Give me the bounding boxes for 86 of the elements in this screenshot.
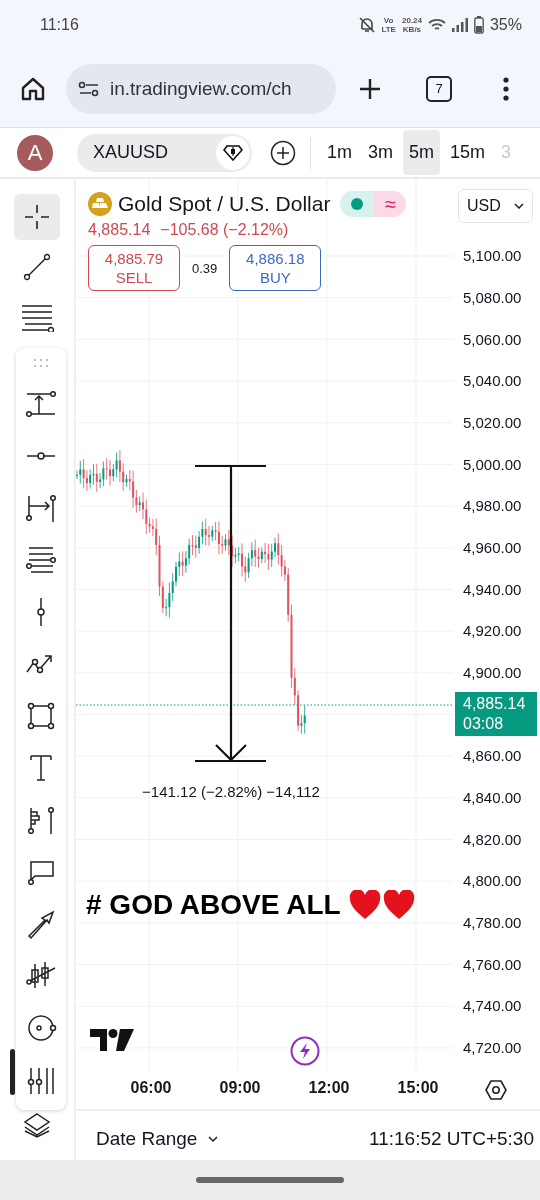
arrow-marker-icon[interactable] [25, 388, 57, 420]
price-label: 4,780.00 [462, 914, 522, 932]
heart-icon [382, 890, 415, 920]
chevron-down-icon [207, 1134, 220, 1143]
market-open-indicator [340, 191, 375, 217]
timeframe-tab[interactable]: 5m [403, 130, 441, 175]
trend-line-icon [22, 252, 52, 282]
scroll-indicator [10, 1049, 15, 1095]
battery-icon [473, 16, 484, 34]
volte-label: Vo [383, 16, 394, 25]
site-settings-icon[interactable] [78, 80, 100, 97]
price-label: 5,000.00 [462, 455, 522, 473]
time-label: 09:00 [219, 1079, 261, 1097]
timeframe-tab[interactable]: 3m [362, 130, 400, 175]
settings-icon[interactable] [485, 1079, 507, 1101]
forecast-icon[interactable] [25, 804, 57, 836]
address-bar[interactable]: in.tradingview.com/ch [66, 63, 336, 114]
arrow-tool-icon[interactable] [25, 908, 57, 940]
menu-icon[interactable] [502, 75, 510, 102]
price-label: 5,020.00 [462, 414, 522, 431]
current-price: 4,885.14 [463, 694, 527, 715]
lightning-icon[interactable] [290, 1036, 320, 1066]
timeframe-tab[interactable]: 15m [444, 130, 492, 175]
symbol-title: Gold Spot / U.S. Dollar [118, 192, 331, 216]
parallel-lines-icon[interactable] [25, 544, 57, 576]
price-label: 4,760.00 [462, 955, 522, 973]
buy-button[interactable]: 4,886.18 BUY [229, 245, 322, 291]
last-price: 4,885.14 [88, 221, 151, 239]
price-label: 4,860.00 [462, 747, 522, 765]
price-label: 4,820.00 [462, 830, 522, 848]
price-label: 4,980.00 [462, 497, 522, 515]
price-label: 4,840.00 [462, 789, 522, 807]
time-label: 12:00 [308, 1079, 350, 1097]
mute-icon [359, 16, 376, 34]
crosshair-icon [22, 202, 52, 232]
status-time: 11:16 [40, 16, 79, 34]
tradingview-logo [90, 1029, 134, 1051]
chart-clock[interactable]: 11:16:52 UTC+5:30 [369, 1127, 534, 1150]
avatar[interactable]: A [17, 134, 53, 171]
bar-countdown: 03:08 [463, 714, 505, 735]
price-label: 5,080.00 [462, 289, 522, 306]
time-label: 15:00 [397, 1079, 439, 1097]
delayed-data-indicator: ≈ [374, 191, 407, 217]
price-label: 4,920.00 [462, 622, 522, 640]
currency-dropdown[interactable]: USD [458, 189, 533, 223]
date-range-icon[interactable] [25, 492, 57, 524]
bullion-icon [88, 192, 112, 216]
network-speed: 20.24 [401, 16, 422, 25]
spread-value: 0.39 [192, 260, 218, 276]
price-label: 5,060.00 [462, 330, 522, 348]
home-icon[interactable] [20, 75, 46, 102]
chevron-down-icon [514, 203, 524, 209]
price-label: 5,100.00 [462, 247, 522, 265]
wifi-icon [427, 18, 446, 32]
price-label: 4,900.00 [462, 664, 522, 682]
battery-level: 35% [489, 16, 522, 34]
layers-icon[interactable] [23, 1112, 51, 1138]
price-label: 4,800.00 [462, 872, 522, 890]
price-label: 4,740.00 [462, 997, 522, 1015]
new-tab-icon[interactable] [358, 76, 382, 101]
time-label: 06:00 [130, 1079, 172, 1097]
rectangle-icon[interactable] [25, 700, 57, 732]
tab-count-button[interactable]: 7 [426, 75, 452, 102]
circle-tool-icon[interactable] [25, 1012, 57, 1044]
heart-icon [348, 890, 381, 920]
measure-label: −141.12 (−2.82%) −14,112 [142, 783, 320, 800]
add-circle-icon[interactable] [270, 139, 296, 166]
price-label: 4,940.00 [462, 580, 522, 598]
timeframe-tab[interactable]: 1m [321, 130, 358, 175]
sell-button[interactable]: 4,885.79 SELL [88, 245, 180, 291]
crosshair-tool[interactable] [14, 194, 60, 240]
drag-handle-icon[interactable] [33, 358, 49, 368]
chart-note: # GOD ABOVE ALL [86, 889, 341, 921]
price-label: 5,040.00 [462, 372, 522, 390]
speed-unit: KB/s [402, 25, 422, 34]
home-handle[interactable] [196, 1177, 344, 1183]
price-change: −105.68 (−2.12%) [160, 221, 289, 239]
date-range-button[interactable]: Date Range [94, 1123, 222, 1154]
measure-arrow[interactable] [193, 464, 268, 763]
price-label: 4,960.00 [462, 539, 522, 557]
price-label: 4,720.00 [462, 1039, 522, 1057]
horizontal-lines-icon [20, 302, 54, 332]
diamond-icon[interactable] [223, 144, 243, 161]
signal-icon [451, 18, 468, 32]
volte-label: LTE [381, 25, 396, 34]
symbol-search[interactable]: XAUUSD [77, 133, 252, 172]
